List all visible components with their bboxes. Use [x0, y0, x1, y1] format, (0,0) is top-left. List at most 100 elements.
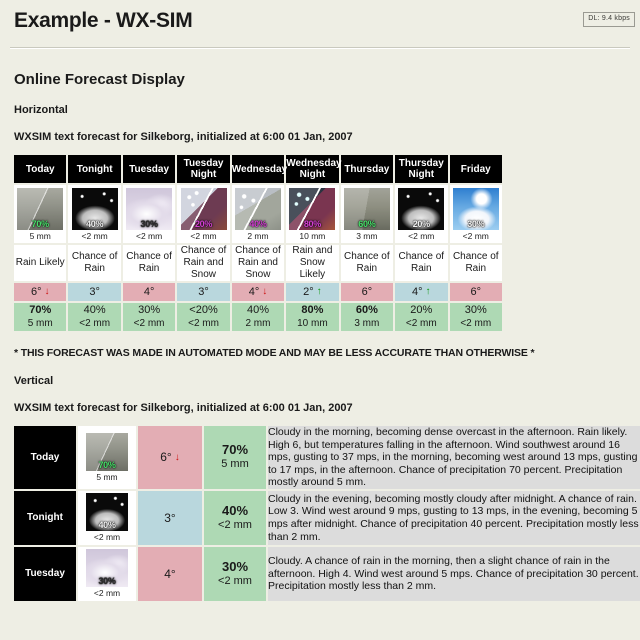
rain-day-icon: 70% [86, 432, 128, 471]
icon-precip-percent: 40% [86, 218, 104, 229]
forecast-precip-cell: 40% <2 mm [68, 303, 121, 331]
forecast-init-line-vertical: WXSIM text forecast for Silkeborg, initi… [14, 402, 353, 414]
night-cloud-icon: 40% [86, 493, 128, 532]
icon-row: 70% 5 mm 40% <2 mm 30% <2 mm 20% <2 mm 40% 2 mm 80… [14, 185, 502, 243]
precip-amount: 10 mm [297, 318, 328, 329]
forecast-precip-cell: <20% <2 mm [177, 303, 230, 331]
forecast-day-header: Tonight [68, 155, 121, 183]
forecast-day-header: Tuesday [122, 155, 176, 183]
forecast-temperature-cell: 4° ↑ [395, 283, 448, 301]
precip-probability: 40% [221, 502, 249, 518]
forecast-day-header: Today [14, 155, 67, 183]
icon-precip-amount: <2 mm [93, 588, 121, 599]
forecast-precip-cell: 80% 10 mm [286, 303, 339, 331]
precip-amount: 3 mm [354, 318, 380, 329]
precip-probability: 80% [301, 304, 324, 316]
icon-precip-percent: 20% [194, 218, 213, 229]
temperature-value: 2° [303, 286, 314, 298]
forecast-precip-cell: 20% <2 mm [395, 303, 448, 331]
table-row: Tuesday 30% <2 mm 4° 30% <2 mm Cloudy. A chanc… [14, 546, 640, 601]
forecast-init-line-horizontal: WXSIM text forecast for Silkeborg, initi… [14, 131, 353, 143]
temperature-value: 6° [361, 286, 373, 298]
icon-precip-percent: 40% [98, 520, 116, 531]
rain-snow-magenta-icon: 20% [180, 187, 227, 230]
forecast-condition-cell: Rain Likely [14, 245, 67, 281]
temperature-value: 4° [412, 286, 423, 298]
forecast-icon-cell: 30% <2 mm [122, 185, 176, 243]
precip-amount: <2 mm [188, 318, 219, 329]
precip-amount: 5 mm [27, 318, 53, 329]
icon-precip-amount: <2 mm [81, 230, 108, 241]
icon-precip-amount: 10 mm [299, 230, 326, 241]
forecast-temperature-cell: 6° ↓ [138, 426, 202, 489]
forecast-precip-cell: 60% 3 mm [340, 303, 394, 331]
forecast-day-header: Today [14, 426, 76, 489]
temperature-row: 6° ↓ 3° 4° 3° 4° ↓ 2° ↑ 6° 4° ↑ 6° [14, 283, 502, 301]
temperature-value: 4° [164, 566, 176, 581]
temperature-value: 6° [470, 286, 482, 298]
forecast-icon-cell: 40% 2 mm [231, 185, 285, 243]
icon-precip-percent: 70% [98, 459, 116, 470]
icon-precip-percent: 40% [249, 218, 267, 229]
forecast-temperature-cell: 4° [138, 546, 202, 601]
night-cloud-icon: 20% [398, 187, 445, 230]
temperature-value: 3° [164, 510, 176, 525]
forecast-condition-cell: Chance of Rain [449, 245, 502, 281]
rain-grey-icon: 60% [343, 187, 390, 230]
forecast-condition-cell: Rain and Snow Likely [286, 245, 339, 281]
precip-amount: <2 mm [460, 318, 492, 329]
forecast-condition-cell: Chance of Rain [340, 245, 394, 281]
vertical-label: Vertical [14, 375, 54, 387]
precipitation-row: 70% 5 mm 40% <2 mm 30% <2 mm <20% <2 mm 40% 2 mm 8… [14, 303, 502, 331]
icon-precip-amount: 2 mm [247, 230, 269, 241]
temp-rising-arrow-icon: ↑ [316, 286, 322, 297]
precip-probability: 40% [246, 304, 269, 316]
forecast-day-header: Tuesday Night [177, 155, 230, 183]
sun-cloud-icon: 30% [452, 187, 499, 230]
condition-row: Rain Likely Chance of Rain Chance of Rain C… [14, 245, 502, 281]
horizontal-label: Horizontal [14, 104, 68, 116]
precip-probability: 60% [355, 304, 378, 316]
forecast-condition-cell: Chance of Rain [395, 245, 448, 281]
forecast-temperature-cell: 6° [340, 283, 394, 301]
forecast-precip-cell: 70% 5 mm [14, 303, 67, 331]
precip-probability: <20% [189, 304, 218, 316]
forecast-temperature-cell: 2° ↑ [286, 283, 339, 301]
icon-precip-amount: <2 mm [462, 230, 489, 241]
forecast-temperature-cell: 3° [138, 490, 202, 545]
precip-probability: 20% [410, 304, 433, 316]
precip-amount: 5 mm [221, 458, 249, 471]
page-title: Example - WX-SIM [14, 9, 193, 32]
icon-precip-percent: 80% [303, 218, 321, 229]
precip-amount: <2 mm [133, 318, 165, 329]
icon-precip-amount: <2 mm [135, 230, 163, 241]
precip-amount: <2 mm [405, 318, 437, 329]
temperature-value: 4° [248, 286, 260, 298]
icon-precip-percent: 30% [467, 218, 485, 229]
forecast-temperature-cell: 3° [68, 283, 121, 301]
precip-amount: <2 mm [218, 574, 252, 587]
forecast-icon-cell: 30% <2 mm [78, 546, 136, 601]
rain-day-icon: 70% [17, 187, 64, 230]
forecast-temperature-cell: 6° ↓ [14, 283, 67, 301]
horizontal-forecast-table: Today Tonight Tuesday Tuesday Night Wednesda… [12, 153, 504, 333]
forecast-icon-cell: 70% 5 mm [78, 426, 136, 489]
forecast-narrative-text: Cloudy in the evening, becoming mostly c… [268, 490, 640, 545]
forecast-day-header: Tuesday [14, 546, 76, 601]
precip-probability: 70% [221, 442, 249, 458]
forecast-day-header: Thursday Night [395, 155, 448, 183]
icon-precip-amount: 5 mm [96, 471, 118, 482]
section-title: Online Forecast Display [14, 71, 185, 88]
table-row: Tonight 40% <2 mm 3° 40% <2 mm Cloudy in the e… [14, 490, 640, 545]
temp-rising-arrow-icon: ↑ [425, 286, 431, 297]
temp-falling-arrow-icon: ↓ [262, 286, 268, 297]
icon-precip-percent: 20% [412, 218, 430, 229]
precip-amount: <2 mm [79, 318, 111, 329]
forecast-temperature-cell: 3° [177, 283, 230, 301]
forecast-narrative-text: Cloudy. A chance of rain in the morning,… [268, 546, 640, 601]
rain-snow-grey-icon: 40% [234, 187, 281, 230]
temperature-value: 4° [143, 286, 155, 298]
temperature-value: 3° [89, 286, 100, 298]
rain-snow-dark-icon: 80% [289, 187, 336, 230]
cloud-pale-icon: 30% [126, 187, 173, 230]
